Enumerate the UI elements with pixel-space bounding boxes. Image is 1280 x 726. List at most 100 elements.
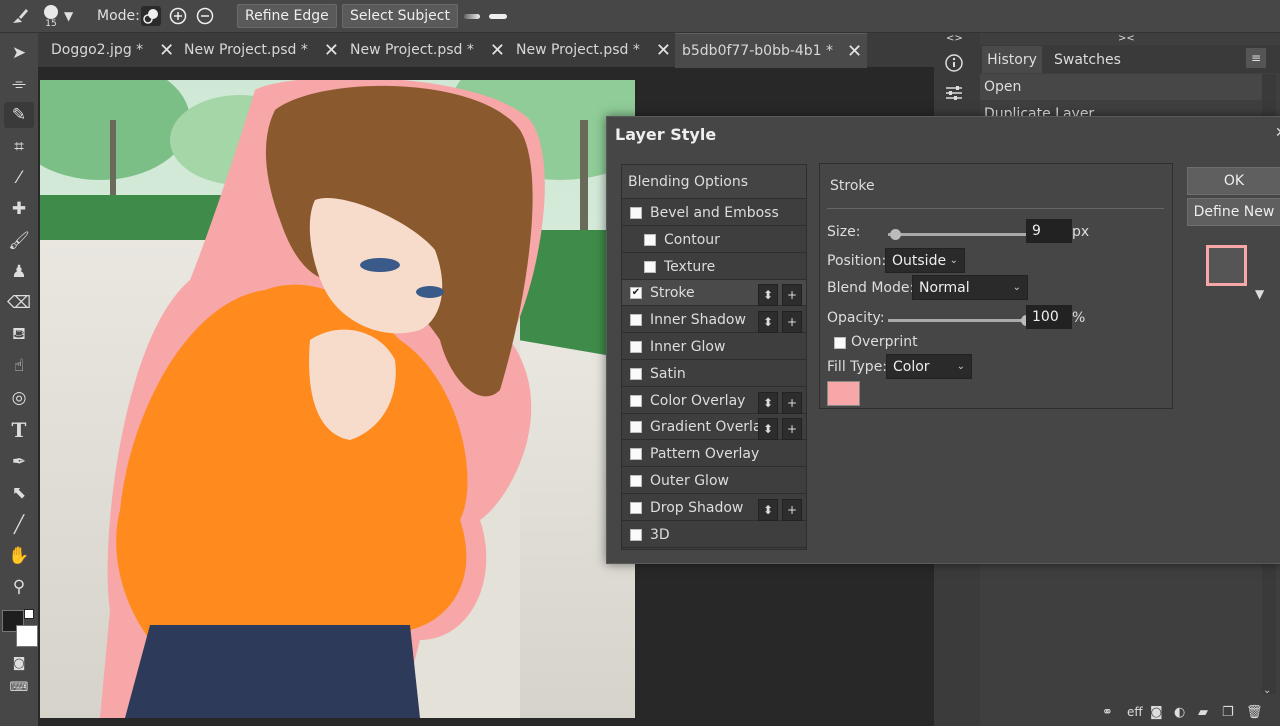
add-style-icon[interactable]: + — [782, 392, 802, 414]
style-checkbox[interactable] — [644, 233, 656, 246]
size-input[interactable]: 9 — [1026, 219, 1072, 243]
style-checkbox[interactable] — [630, 474, 642, 487]
style-checkbox[interactable] — [644, 260, 656, 273]
tab-new-project-3[interactable]: New Project.psd * ✕ — [516, 33, 671, 67]
background-color-swatch[interactable] — [16, 625, 38, 647]
mode-add-icon[interactable] — [169, 0, 187, 32]
history-item[interactable]: Open — [980, 74, 1262, 100]
panel-menu-icon[interactable]: ≡ — [1246, 48, 1266, 68]
adjustment-layer-icon[interactable]: ◐ — [1174, 705, 1185, 720]
mode-new-selection-icon[interactable] — [141, 0, 161, 32]
quick-selection-tool-icon[interactable]: ✎ — [4, 102, 34, 128]
add-style-icon[interactable]: + — [782, 418, 802, 440]
style-checkbox[interactable]: ✔ — [630, 286, 642, 299]
adjustments-icon[interactable] — [944, 83, 964, 103]
brush-size-picker[interactable]: 15 — [44, 0, 58, 32]
tab-swatches[interactable]: Swatches — [1054, 46, 1121, 73]
overprint-checkbox[interactable] — [834, 337, 846, 349]
swap-colors-icon[interactable] — [24, 609, 34, 619]
layer-effects-button[interactable]: eff — [1127, 705, 1143, 719]
style-item-inner-glow[interactable]: Inner Glow — [622, 334, 806, 360]
ok-button[interactable]: OK — [1187, 167, 1280, 195]
link-layers-icon[interactable]: ⚭ — [1102, 705, 1113, 720]
define-new-button[interactable]: Define New — [1187, 198, 1280, 226]
blend-mode-select[interactable]: Normal ⌄ — [912, 275, 1028, 300]
healing-tool-icon[interactable]: ✚ — [4, 196, 34, 222]
tab-new-project-2[interactable]: New Project.psd * ✕ — [350, 33, 505, 67]
line-tool-icon[interactable]: ╱ — [4, 512, 34, 538]
style-checkbox[interactable] — [630, 420, 642, 433]
style-item-drop-shadow[interactable]: Drop Shadow ⬍ + — [622, 495, 806, 521]
style-checkbox[interactable] — [630, 340, 642, 353]
reorder-icon[interactable]: ⬍ — [758, 284, 778, 306]
chevron-down-icon[interactable]: ▼ — [64, 0, 73, 32]
style-checkbox[interactable] — [630, 206, 642, 219]
reorder-icon[interactable]: ⬍ — [758, 418, 778, 440]
hardness-high-icon[interactable] — [489, 0, 507, 32]
new-group-icon[interactable]: ▰ — [1198, 705, 1208, 720]
brush-tool-icon[interactable] — [10, 0, 30, 32]
style-checkbox[interactable] — [630, 394, 642, 407]
trash-icon[interactable]: 🗑 — [1246, 705, 1263, 720]
add-mask-icon[interactable]: ◙ — [1150, 705, 1163, 720]
style-item-pattern-overlay[interactable]: Pattern Overlay — [622, 441, 806, 467]
keyboard-icon[interactable]: ⌨ — [4, 674, 34, 700]
tab-history[interactable]: History — [982, 46, 1042, 73]
add-style-icon[interactable]: + — [782, 499, 802, 521]
select-subject-button[interactable]: Select Subject — [342, 4, 458, 28]
position-select[interactable]: Outside ⌄ — [885, 248, 965, 273]
close-icon[interactable]: ✕ — [1275, 125, 1280, 141]
style-item-3d[interactable]: 3D — [622, 522, 806, 548]
eraser-tool-icon[interactable]: ⌫ — [4, 290, 34, 316]
style-checkbox[interactable] — [630, 447, 642, 460]
style-item-gradient-overlay[interactable]: Gradient Overlay ⬍ + — [622, 414, 806, 440]
paint-bucket-tool-icon[interactable]: ⛾ — [4, 322, 34, 348]
pen-tool-icon[interactable]: ✒ — [4, 449, 34, 475]
hardness-low-icon[interactable] — [464, 0, 480, 32]
size-slider-handle[interactable] — [890, 229, 901, 240]
blending-options-item[interactable]: Blending Options — [622, 165, 806, 199]
reorder-icon[interactable]: ⬍ — [758, 499, 778, 521]
style-item-color-overlay[interactable]: Color Overlay ⬍ + — [622, 388, 806, 414]
opacity-slider[interactable] — [888, 319, 1026, 322]
brush-tool-icon[interactable]: 🖌 — [4, 228, 34, 254]
refine-edge-button[interactable]: Refine Edge — [237, 4, 337, 28]
style-checkbox[interactable] — [630, 501, 642, 514]
style-item-outer-glow[interactable]: Outer Glow — [622, 468, 806, 494]
close-icon[interactable]: ✕ — [159, 40, 174, 61]
style-checkbox[interactable] — [630, 528, 642, 541]
close-icon[interactable]: ✕ — [490, 40, 505, 61]
opacity-input[interactable]: 100 — [1026, 305, 1072, 329]
style-checkbox[interactable] — [630, 367, 642, 380]
reorder-icon[interactable]: ⬍ — [758, 311, 778, 333]
path-selection-tool-icon[interactable]: ⬉ — [4, 480, 34, 506]
style-checkbox[interactable] — [630, 313, 642, 326]
style-item-contour[interactable]: Contour — [622, 227, 806, 253]
quick-mask-icon[interactable]: ◙ — [4, 650, 34, 676]
type-tool-icon[interactable]: T — [4, 417, 34, 443]
info-icon[interactable] — [944, 53, 964, 73]
eyedropper-tool-icon[interactable]: ⁄ — [4, 165, 34, 191]
collapse-panels-button[interactable]: <> — [946, 33, 963, 44]
style-item-bevel-and-emboss[interactable]: Bevel and Emboss — [622, 200, 806, 226]
style-item-satin[interactable]: Satin — [622, 361, 806, 387]
add-style-icon[interactable]: + — [782, 311, 802, 333]
tab-new-project-1[interactable]: New Project.psd * ✕ — [184, 33, 339, 67]
lasso-tool-icon[interactable]: ⌯ — [4, 71, 34, 97]
move-tool-icon[interactable]: ➤ — [4, 40, 34, 66]
close-icon[interactable]: ✕ — [847, 41, 862, 62]
stroke-color-swatch[interactable] — [827, 381, 860, 406]
close-icon[interactable]: ✕ — [656, 40, 671, 61]
reorder-icon[interactable]: ⬍ — [758, 392, 778, 414]
tab-b5db0f77[interactable]: b5db0f77-b0bb-4b1 * ✕ — [675, 33, 867, 68]
smudge-tool-icon[interactable]: ☝ — [4, 353, 34, 379]
document-canvas[interactable] — [40, 80, 635, 718]
add-style-icon[interactable]: + — [782, 284, 802, 306]
style-item-inner-shadow[interactable]: Inner Shadow ⬍ + — [622, 307, 806, 333]
close-icon[interactable]: ✕ — [324, 40, 339, 61]
scroll-down-icon[interactable]: ⌄ — [1263, 685, 1271, 696]
crop-tool-icon[interactable]: ⌗ — [4, 134, 34, 160]
new-layer-icon[interactable]: ❐ — [1222, 705, 1234, 720]
style-item-stroke[interactable]: ✔ Stroke ⬍ + — [622, 280, 806, 306]
hand-tool-icon[interactable]: ✋ — [4, 543, 34, 569]
